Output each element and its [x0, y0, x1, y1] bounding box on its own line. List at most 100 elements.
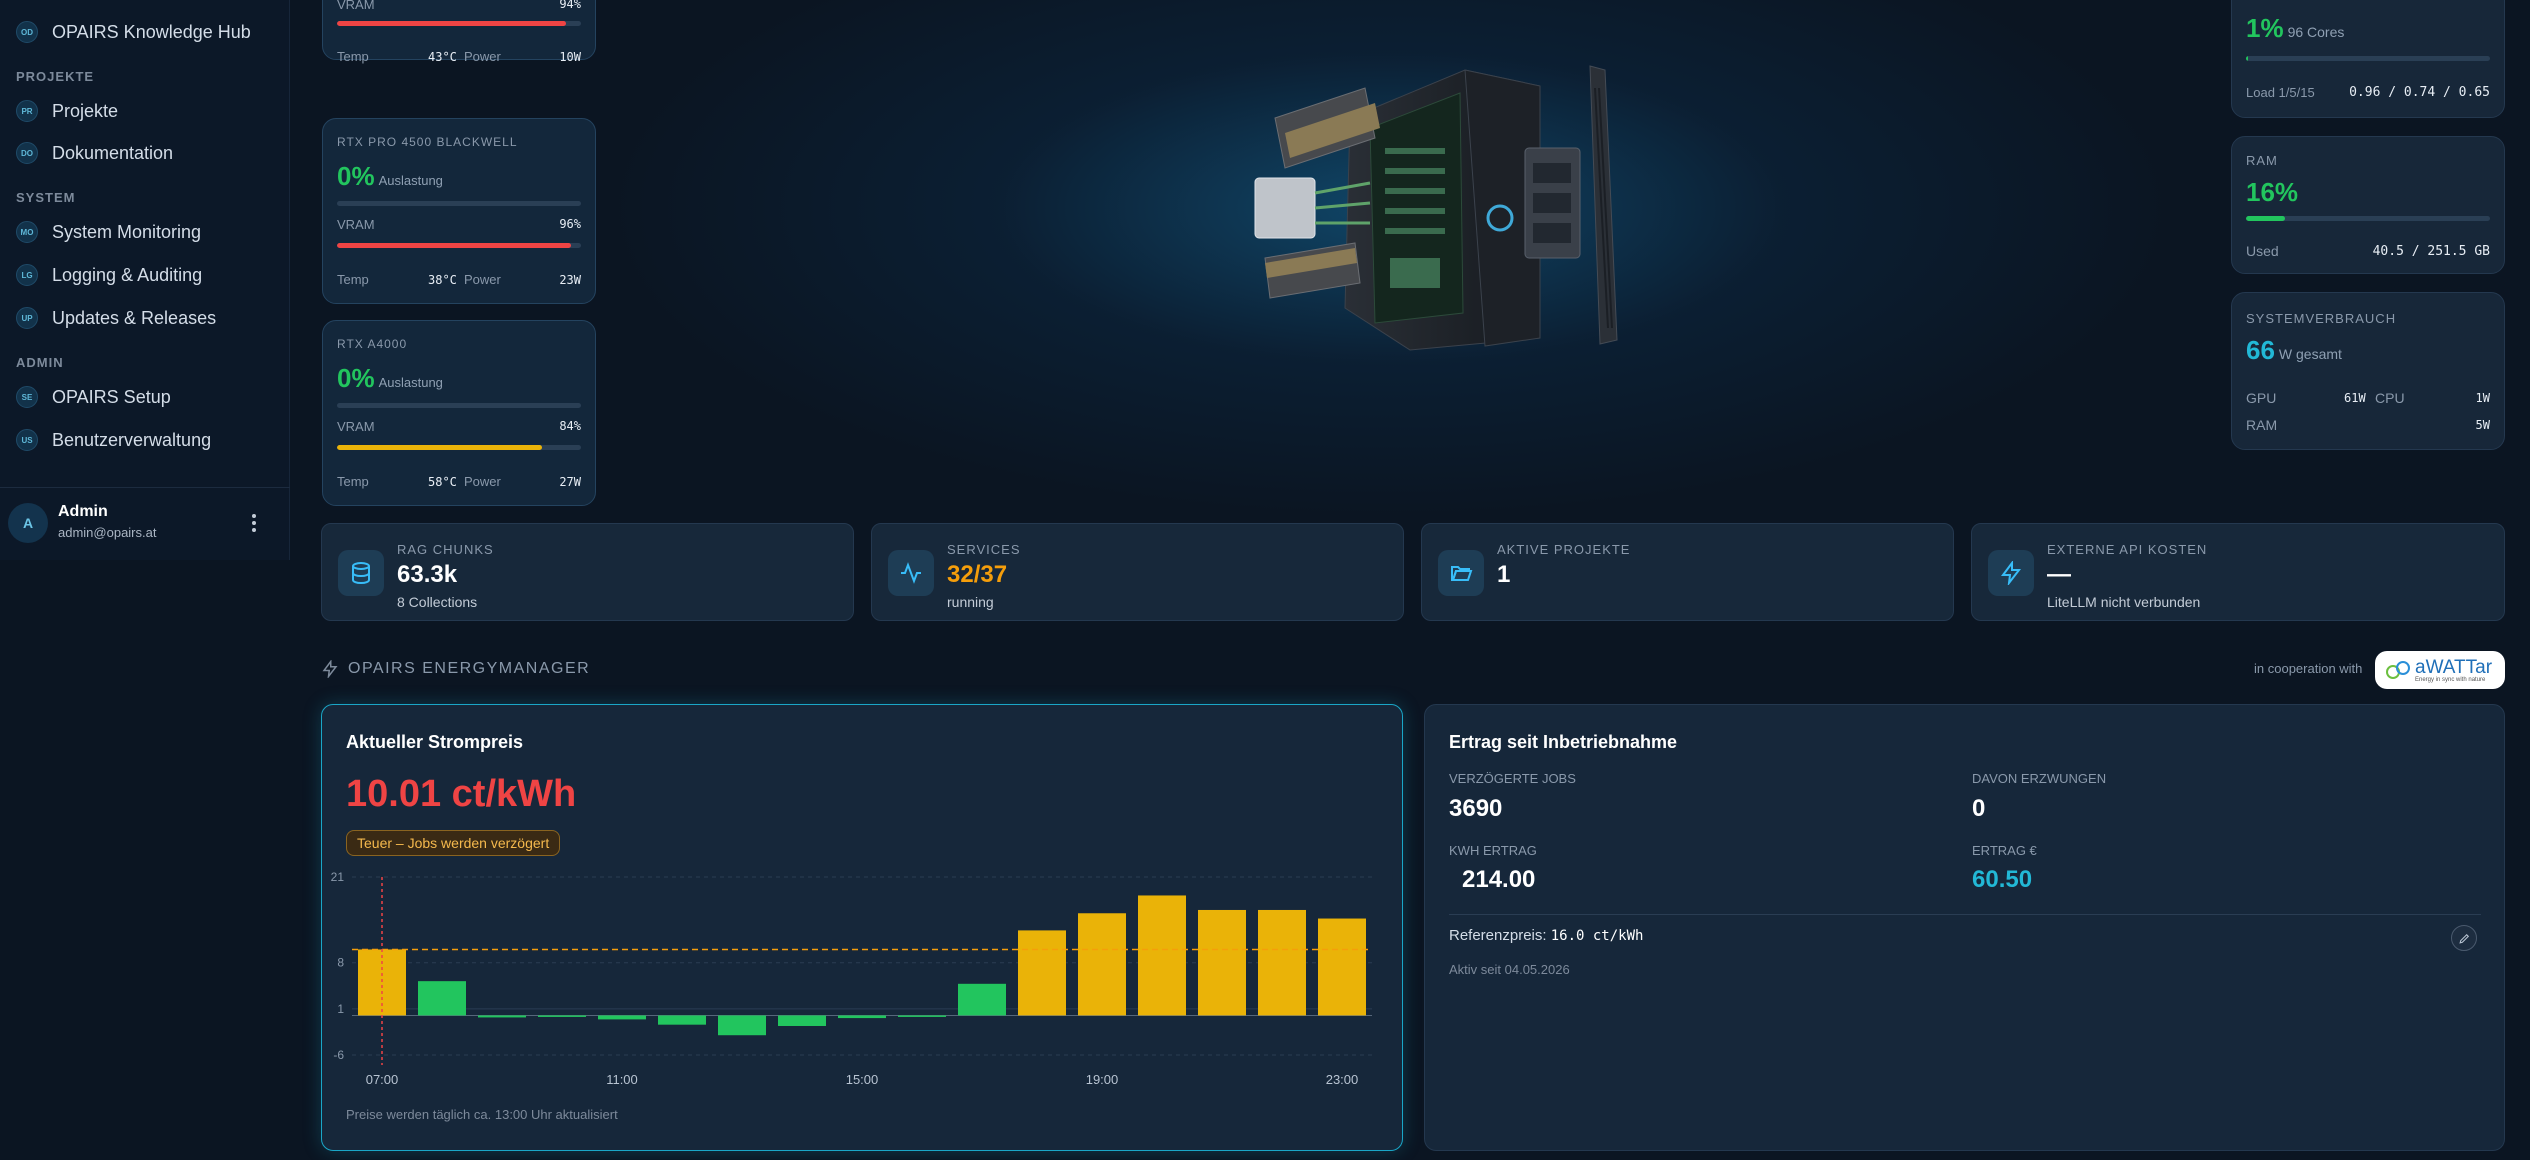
x-tick-label: 23:00	[1326, 1072, 1359, 1087]
price-bar	[838, 1015, 886, 1019]
cpu-power-label: CPU	[2375, 390, 2405, 406]
cpu-usage: 1% 96 Cores	[2246, 13, 2344, 44]
gpu-utilization: 0% Auslastung	[337, 363, 443, 394]
y-tick-label: 8	[337, 956, 344, 970]
chart-bars	[358, 895, 1366, 1036]
sidebar-item-logging[interactable]: LG Logging & Auditing	[16, 259, 202, 291]
price-bar	[778, 1015, 826, 1026]
sidebar-item-dokumentation[interactable]: DO Dokumentation	[16, 137, 173, 169]
eur-yield-label: ERTRAG €	[1972, 843, 2037, 858]
vram-bar-fill	[337, 21, 567, 26]
util-bar	[337, 403, 581, 408]
price-bar	[1258, 909, 1306, 1016]
price-footnote: Preise werden täglich ca. 13:00 Uhr aktu…	[346, 1107, 618, 1122]
kpi-value: 1	[1497, 561, 1511, 588]
kpi-label: SERVICES	[947, 542, 1021, 557]
dokumentation-icon: DO	[16, 142, 38, 164]
zap-icon	[322, 660, 338, 678]
kwh-yield-label: KWH ERTRAG	[1449, 843, 1537, 858]
user-email: admin@opairs.at	[58, 525, 157, 540]
vram-label: VRAM	[337, 217, 375, 232]
y-tick-label: -6	[333, 1048, 344, 1062]
monitoring-icon: MO	[16, 221, 38, 243]
sidebar-section-admin: ADMIN	[16, 355, 64, 370]
cpu-bar-fill	[2246, 56, 2249, 61]
awattar-tagline: Energy in sync with nature	[2415, 676, 2486, 683]
vram-bar	[337, 445, 581, 450]
price-bar	[418, 981, 466, 1016]
ram-card: RAM 16% Used 40.5 / 251.5 GB	[2231, 136, 2505, 274]
sidebar-item-projekte[interactable]: PR Projekte	[16, 95, 118, 127]
sidebar-item-knowledge-hub[interactable]: OD OPAIRS Knowledge Hub	[16, 16, 251, 48]
user-block: A Admin admin@opairs.at	[0, 487, 290, 560]
sidebar-item-label: Logging & Auditing	[52, 264, 203, 285]
kpi-services[interactable]: SERVICES 32/37 running	[871, 523, 1404, 621]
power-value: 23W	[559, 273, 581, 287]
load-value: 0.96 / 0.74 / 0.65	[2349, 85, 2490, 100]
energy-section-title: OPAIRS ENERGYMANAGER	[348, 660, 591, 677]
vram-value: 94%	[559, 0, 581, 11]
zap-icon	[1988, 550, 2034, 596]
folder-open-icon	[1438, 550, 1484, 596]
cpu-power-value: 1W	[2475, 391, 2490, 405]
ram-title: RAM	[2246, 153, 2278, 168]
vram-value: 96%	[559, 217, 581, 231]
sidebar-item-setup[interactable]: SE OPAIRS Setup	[16, 381, 171, 413]
sidebar-item-label: Updates & Releases	[52, 307, 217, 328]
kpi-rag-chunks[interactable]: RAG CHUNKS 63.3k 8 Collections	[321, 523, 854, 621]
vram-bar-fill	[337, 445, 542, 450]
sidebar-item-label: System Monitoring	[52, 221, 202, 242]
gpu-power-label: GPU	[2246, 390, 2277, 406]
power-value: 10W	[559, 50, 581, 64]
workstation-illustration	[1254, 65, 1618, 351]
edit-reference-button[interactable]	[2451, 925, 2477, 951]
kpi-sub: 8 Collections	[397, 594, 478, 610]
sidebar-item-label: Dokumentation	[52, 142, 174, 163]
kpi-active-projects[interactable]: AKTIVE PROJEKTE 1	[1421, 523, 1954, 621]
price-bar	[658, 1015, 706, 1025]
projekte-icon: PR	[16, 100, 38, 122]
kpi-value: —	[2047, 561, 2071, 588]
reference-price: Referenzpreis: 16.0 ct/kWh	[1449, 927, 1643, 944]
gpu-card-0: VRAM 94% Temp 43°C Power 10W	[322, 0, 596, 64]
pencil-icon	[2458, 933, 2469, 944]
kwh-yield-value: 214.00	[1462, 866, 1536, 893]
energy-section-header: OPAIRS ENERGYMANAGER	[321, 660, 590, 678]
x-tick-label: 15:00	[846, 1072, 879, 1087]
reference-price-value: 16.0 ct/kWh	[1550, 928, 1644, 944]
price-bar	[958, 983, 1006, 1016]
awattar-name: aWATTar	[2415, 656, 2493, 678]
kpi-api-costs[interactable]: EXTERNE API KOSTEN — LiteLLM nicht verbu…	[1971, 523, 2505, 621]
temp-label: Temp	[337, 49, 369, 64]
delayed-jobs-value: 3690	[1449, 795, 1503, 822]
y-tick-label: 1	[337, 1002, 344, 1016]
current-price: 10.01 ct/kWh	[346, 773, 577, 815]
util-bar	[337, 201, 581, 206]
avatar: A	[8, 503, 48, 543]
gpu-card-1: RTX PRO 4500 BLACKWELL 0% Auslastung VRAM…	[322, 118, 596, 304]
sidebar-item-benutzerverwaltung[interactable]: US Benutzerverwaltung	[16, 424, 211, 456]
gpu-util-value: 0%	[337, 363, 375, 393]
reference-price-label: Referenzpreis:	[1449, 927, 1547, 944]
sidebar-item-updates[interactable]: UP Updates & Releases	[16, 302, 216, 334]
vram-bar	[337, 243, 581, 248]
temp-value: 43°C	[428, 50, 457, 64]
price-bar	[1078, 913, 1126, 1016]
power-label: Power	[464, 272, 501, 287]
more-vertical-icon[interactable]	[244, 510, 264, 536]
sidebar-item-label: Benutzerverwaltung	[52, 429, 212, 450]
power-total-unit: W gesamt	[2278, 346, 2342, 362]
gpu-card-2: RTX A4000 0% Auslastung VRAM 84% Temp 58°…	[322, 320, 596, 506]
kpi-value: 32/37	[947, 561, 1008, 588]
cpu-cores: 96 Cores	[2287, 24, 2345, 40]
vram-label: VRAM	[337, 419, 375, 434]
price-bar	[478, 1015, 526, 1018]
vram-bar-fill	[337, 243, 572, 248]
logging-icon: LG	[16, 264, 38, 286]
power-card: SYSTEMVERBRAUCH 66 W gesamt GPU 61W CPU 1…	[2231, 292, 2505, 450]
power-total-value: 66	[2246, 335, 2275, 365]
awattar-logo[interactable]: aWATTar Energy in sync with nature	[2375, 651, 2505, 689]
sidebar-item-system-monitoring[interactable]: MO System Monitoring	[16, 216, 201, 248]
price-bar	[538, 1015, 586, 1017]
cooperation-text: in cooperation with	[2254, 661, 2363, 676]
